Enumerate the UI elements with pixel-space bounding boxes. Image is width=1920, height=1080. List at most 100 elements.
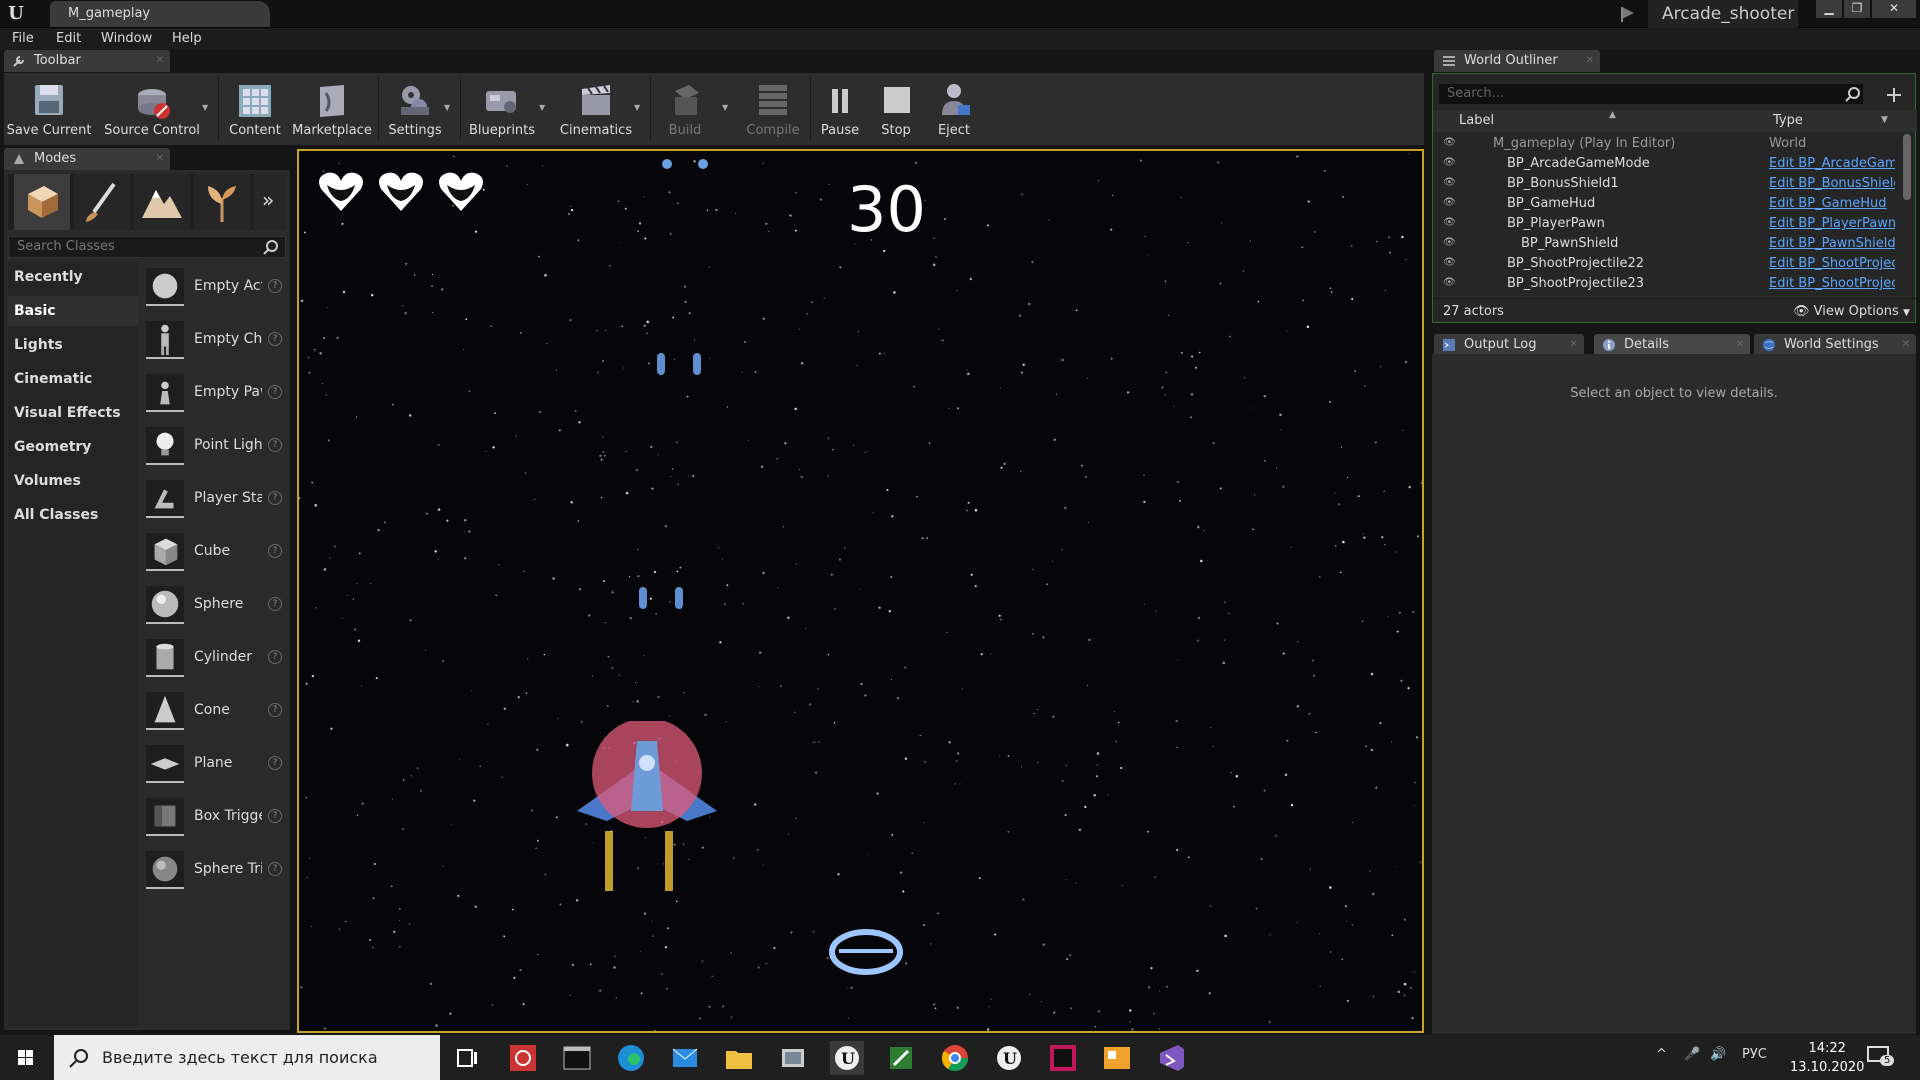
clock[interactable]: 14:22 13.10.2020 bbox=[1790, 1039, 1864, 1077]
class-search-input[interactable]: Search Classes bbox=[8, 236, 286, 258]
help-icon[interactable]: ? bbox=[268, 544, 282, 558]
toolbar-tab[interactable]: Toolbar ✕ bbox=[4, 50, 170, 72]
class-item-plane[interactable]: Plane ? bbox=[138, 739, 290, 789]
marketplace-button[interactable]: Marketplace bbox=[290, 73, 374, 145]
outliner-row[interactable]: 👁 BP_PlayerPawn Edit BP_PlayerPawn bbox=[1433, 214, 1903, 234]
source-control-button[interactable]: Source Control bbox=[100, 73, 204, 145]
visibility-eye-icon[interactable]: 👁 bbox=[1443, 137, 1457, 151]
class-item-cylinder[interactable]: Cylinder ? bbox=[138, 633, 290, 683]
add-filter-icon[interactable] bbox=[1885, 86, 1903, 104]
close-tab-icon[interactable]: ✕ bbox=[1902, 334, 1910, 356]
outliner-row[interactable]: 👁 BP_ShootProjectile23 Edit BP_ShootProjec… bbox=[1433, 274, 1903, 294]
help-icon[interactable]: ? bbox=[268, 862, 282, 876]
build-dropdown-icon[interactable]: ▼ bbox=[722, 103, 732, 112]
outliner-row[interactable]: 👁 BP_BonusShield1 Edit BP_BonusShield bbox=[1433, 174, 1903, 194]
chrome-icon[interactable] bbox=[938, 1041, 972, 1075]
blueprints-button[interactable]: Blueprints bbox=[464, 73, 540, 145]
visibility-eye-icon[interactable]: 👁 bbox=[1443, 217, 1457, 231]
landscape-mode-button[interactable] bbox=[134, 174, 190, 230]
edit-blueprint-link[interactable]: Edit BP_GameHud bbox=[1769, 196, 1895, 211]
blueprints-dropdown-icon[interactable]: ▼ bbox=[539, 103, 549, 112]
eject-button[interactable]: Eject bbox=[926, 73, 982, 145]
world-outliner-tab[interactable]: World Outliner ✕ bbox=[1434, 50, 1600, 72]
document-tab[interactable]: M_gameplay bbox=[50, 1, 270, 27]
close-tab-icon[interactable]: ✕ bbox=[156, 50, 164, 72]
rider-icon[interactable] bbox=[1046, 1041, 1080, 1075]
source-control-dropdown-icon[interactable]: ▼ bbox=[202, 103, 212, 112]
minimize-button[interactable]: ▁ bbox=[1816, 0, 1842, 18]
class-item-empty-actor[interactable]: Empty Actor ? bbox=[138, 262, 290, 312]
class-item-empty-pawn[interactable]: Empty Pawn ? bbox=[138, 368, 290, 418]
cinematics-dropdown-icon[interactable]: ▼ bbox=[634, 103, 644, 112]
menu-help[interactable]: Help bbox=[172, 31, 202, 46]
visual-studio-icon[interactable] bbox=[1154, 1041, 1188, 1075]
paint-mode-button[interactable] bbox=[74, 174, 130, 230]
help-icon[interactable]: ? bbox=[268, 491, 282, 505]
outliner-row[interactable]: 👁 BP_ShootProjectile22 Edit BP_ShootProjec… bbox=[1433, 254, 1903, 274]
mail-icon[interactable] bbox=[668, 1041, 702, 1075]
class-item-cube[interactable]: Cube ? bbox=[138, 527, 290, 577]
terminal-icon[interactable] bbox=[560, 1041, 594, 1075]
menu-window[interactable]: Window bbox=[101, 31, 152, 46]
stop-button[interactable]: Stop bbox=[870, 73, 922, 145]
microphone-icon[interactable]: 🎤 bbox=[1684, 1047, 1700, 1062]
help-icon[interactable]: ? bbox=[268, 809, 282, 823]
tab-details[interactable]: Details ✕ bbox=[1594, 334, 1750, 356]
visibility-eye-icon[interactable]: 👁 bbox=[1443, 177, 1457, 191]
search-icon[interactable] bbox=[263, 239, 279, 255]
close-tab-icon[interactable]: ✕ bbox=[1736, 334, 1744, 356]
help-icon[interactable]: ? bbox=[268, 279, 282, 293]
task-view-icon[interactable] bbox=[450, 1041, 484, 1075]
visibility-eye-icon[interactable]: 👁 bbox=[1443, 197, 1457, 211]
close-button[interactable]: ✕ bbox=[1872, 0, 1916, 18]
place-mode-button[interactable] bbox=[14, 174, 70, 230]
pause-button[interactable]: Pause bbox=[814, 73, 866, 145]
app-icon[interactable] bbox=[1100, 1041, 1134, 1075]
tab-world-settings[interactable]: World Settings ✕ bbox=[1754, 334, 1916, 356]
class-item-sphere-trigger[interactable]: Sphere Trigger ? bbox=[138, 845, 290, 895]
app-icon[interactable] bbox=[506, 1041, 540, 1075]
edit-blueprint-link[interactable]: Edit BP_PawnShield bbox=[1769, 236, 1895, 251]
column-label-header[interactable]: Label bbox=[1459, 113, 1494, 128]
edge-browser-icon[interactable] bbox=[614, 1041, 648, 1075]
edit-blueprint-link[interactable]: Edit BP_PlayerPawn bbox=[1769, 216, 1895, 231]
settings-dropdown-icon[interactable]: ▼ bbox=[444, 103, 454, 112]
view-options-button[interactable]: 👁 View Options ▼ bbox=[1793, 304, 1910, 319]
menu-file[interactable]: File bbox=[12, 31, 34, 46]
edit-blueprint-link[interactable]: Edit BP_ShootProjectile bbox=[1769, 256, 1895, 271]
close-tab-icon[interactable]: ✕ bbox=[1586, 50, 1594, 72]
class-item-sphere[interactable]: Sphere ? bbox=[138, 580, 290, 630]
taskbar-search-input[interactable]: Введите здесь текст для поиска bbox=[54, 1035, 440, 1080]
category-cinematic[interactable]: Cinematic bbox=[8, 364, 138, 394]
outliner-row[interactable]: 👁 M_gameplay (Play In Editor) World bbox=[1433, 134, 1903, 154]
foliage-mode-button[interactable] bbox=[194, 174, 250, 230]
menu-edit[interactable]: Edit bbox=[56, 31, 81, 46]
help-icon[interactable]: ? bbox=[268, 756, 282, 770]
category-basic[interactable]: Basic bbox=[8, 296, 138, 326]
category-recently-placed[interactable]: Recently Placed bbox=[8, 262, 138, 315]
more-modes-button[interactable]: » bbox=[254, 174, 286, 230]
chevron-down-icon[interactable]: ▼ bbox=[1881, 115, 1888, 125]
game-viewport[interactable]: 30 bbox=[297, 149, 1424, 1033]
language-indicator[interactable]: РУС bbox=[1742, 1047, 1767, 1062]
category-lights[interactable]: Lights bbox=[8, 330, 138, 360]
settings-button[interactable]: Settings bbox=[382, 73, 448, 145]
class-item-empty-character[interactable]: Empty Character ? bbox=[138, 315, 290, 365]
close-tab-icon[interactable]: ✕ bbox=[156, 148, 164, 170]
category-all-classes[interactable]: All Classes bbox=[8, 500, 138, 530]
app-icon[interactable] bbox=[884, 1041, 918, 1075]
help-icon[interactable]: ? bbox=[268, 597, 282, 611]
unreal-engine-icon[interactable]: U bbox=[992, 1041, 1026, 1075]
help-icon[interactable]: ? bbox=[268, 332, 282, 346]
app-icon[interactable] bbox=[776, 1041, 810, 1075]
content-button[interactable]: Content bbox=[222, 73, 288, 145]
category-geometry[interactable]: Geometry bbox=[8, 432, 138, 462]
outliner-row[interactable]: 👁 BP_ArcadeGameMode Edit BP_ArcadeGameMode bbox=[1433, 154, 1903, 174]
category-volumes[interactable]: Volumes bbox=[8, 466, 138, 496]
volume-icon[interactable]: 🔊 bbox=[1710, 1047, 1726, 1062]
class-item-player-start[interactable]: Player Start ? bbox=[138, 474, 290, 524]
restore-button[interactable]: ❐ bbox=[1844, 0, 1870, 18]
notifications-button[interactable]: 5 bbox=[1866, 1045, 1895, 1071]
outliner-search-input[interactable]: Search... bbox=[1439, 84, 1863, 104]
class-item-box-trigger[interactable]: Box Trigger ? bbox=[138, 792, 290, 842]
